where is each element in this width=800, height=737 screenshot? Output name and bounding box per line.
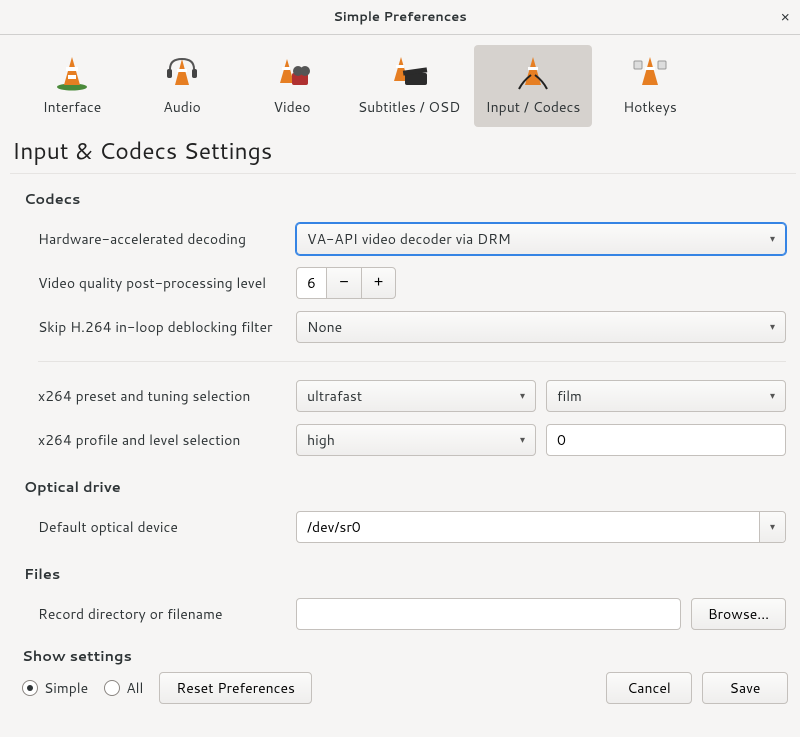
category-audio[interactable]: Audio	[130, 45, 234, 127]
label-x264-profile: x264 profile and level selection	[38, 430, 296, 450]
row-preload-mkv: Preload MKV files in the same directory	[10, 636, 786, 643]
chevron-down-icon[interactable]: ▾	[759, 512, 785, 542]
label-skip-loop: Skip H.264 in-loop deblocking filter	[38, 317, 296, 337]
row-record: Record directory or filename Browse...	[10, 592, 786, 636]
label-postproc: Video quality post-processing level	[38, 273, 296, 293]
page-title: Input & Codecs Settings	[0, 131, 800, 173]
category-interface[interactable]: Interface	[20, 45, 124, 127]
radio-simple[interactable]	[22, 680, 38, 696]
keys-cone-icon	[626, 55, 674, 91]
cancel-button[interactable]: Cancel	[606, 672, 692, 704]
radio-all[interactable]	[104, 680, 120, 696]
category-video[interactable]: Video	[240, 45, 344, 127]
category-hotkeys[interactable]: Hotkeys	[598, 45, 702, 127]
section-title-codecs: Codecs	[10, 174, 786, 217]
section-title-optical: Optical drive	[10, 462, 786, 505]
chevron-down-icon: ▾	[770, 320, 775, 334]
settings-scroll-area[interactable]: Codecs Hardware-accelerated decoding VA-…	[10, 173, 796, 643]
combo-skip-loop[interactable]: None ▾	[296, 311, 786, 343]
chevron-down-icon: ▾	[520, 389, 525, 403]
reset-button[interactable]: Reset Preferences	[159, 672, 312, 704]
close-icon[interactable]: ×	[780, 6, 790, 27]
footer-row: Simple All Reset Preferences Cancel Save	[22, 672, 788, 704]
category-label: Video	[273, 97, 310, 117]
jack-cone-icon	[509, 55, 557, 91]
row-x264-profile: x264 profile and level selection high ▾	[10, 418, 786, 462]
row-optical-device: Default optical device ▾	[10, 505, 786, 549]
slate-cone-icon	[385, 55, 433, 91]
headphones-cone-icon	[158, 55, 206, 91]
optical-device-value[interactable]	[297, 512, 759, 542]
combo-hw-decoding[interactable]: VA-API video decoder via DRM ▾	[296, 223, 786, 255]
row-skip-loop: Skip H.264 in-loop deblocking filter Non…	[10, 305, 786, 349]
combo-x264-preset[interactable]: ultrafast ▾	[296, 380, 536, 412]
separator	[38, 361, 786, 362]
combo-value: None	[307, 317, 764, 337]
category-label: Hotkeys	[623, 97, 677, 117]
radio-simple-label[interactable]: Simple	[44, 678, 88, 698]
cone-icon	[48, 55, 96, 91]
label-x264-preset: x264 preset and tuning selection	[38, 386, 296, 406]
save-button[interactable]: Save	[702, 672, 788, 704]
combo-value: VA-API video decoder via DRM	[307, 229, 764, 249]
spin-postproc: − +	[296, 267, 396, 299]
category-input[interactable]: Input / Codecs	[474, 45, 592, 127]
category-label: Interface	[43, 97, 102, 117]
stepper-minus[interactable]: −	[326, 267, 361, 299]
category-label: Audio	[163, 97, 200, 117]
chevron-down-icon: ▾	[520, 433, 525, 447]
input-x264-level[interactable]	[546, 424, 786, 456]
category-bar: Interface Audio Video	[0, 35, 800, 131]
radio-all-label[interactable]: All	[126, 678, 143, 698]
titlebar: Simple Preferences ×	[0, 0, 800, 35]
browse-button[interactable]: Browse...	[691, 598, 786, 630]
label-hw-decoding: Hardware-accelerated decoding	[38, 229, 296, 249]
row-hw-decoding: Hardware-accelerated decoding VA-API vid…	[10, 217, 786, 261]
input-record[interactable]	[296, 598, 681, 630]
stepper-plus[interactable]: +	[361, 267, 396, 299]
combo-value: film	[557, 386, 764, 406]
label-record: Record directory or filename	[38, 604, 296, 624]
chevron-down-icon: ▾	[770, 389, 775, 403]
category-label: Subtitles / OSD	[358, 97, 460, 117]
film-cone-icon	[268, 55, 316, 91]
combo-x264-tune[interactable]: film ▾	[546, 380, 786, 412]
combo-value: ultrafast	[307, 386, 514, 406]
label-optical-device: Default optical device	[38, 517, 296, 537]
combo-x264-profile[interactable]: high ▾	[296, 424, 536, 456]
footer: Show settings Simple All Reset Preferenc…	[0, 643, 800, 712]
category-subtitles[interactable]: Subtitles / OSD	[350, 45, 468, 127]
combo-value: high	[307, 430, 514, 450]
section-title-files: Files	[10, 549, 786, 592]
postproc-value[interactable]	[296, 267, 326, 299]
row-postproc: Video quality post-processing level − +	[10, 261, 786, 305]
window-title: Simple Preferences	[333, 8, 467, 26]
combo-optical-device[interactable]: ▾	[296, 511, 786, 543]
category-label: Input / Codecs	[486, 97, 581, 117]
row-x264-preset: x264 preset and tuning selection ultrafa…	[10, 374, 786, 418]
chevron-down-icon: ▾	[770, 232, 775, 246]
show-settings-title: Show settings	[22, 645, 788, 666]
